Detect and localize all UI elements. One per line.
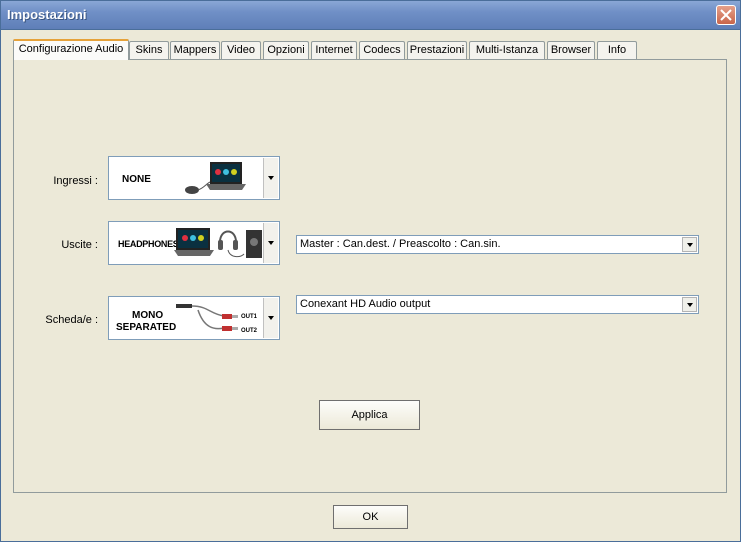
inputs-label: Ingressi : bbox=[53, 175, 98, 187]
tab-opzioni[interactable]: Opzioni bbox=[263, 41, 309, 59]
inputs-image-combo[interactable]: NONE bbox=[108, 156, 280, 200]
card-out2-text: OUT2 bbox=[241, 328, 258, 334]
tab-skins[interactable]: Skins bbox=[129, 41, 169, 59]
card-image: MONO SEPARATED OUT1 OUT2 bbox=[110, 298, 265, 338]
ok-button[interactable]: OK bbox=[333, 505, 408, 529]
tab-browser[interactable]: Browser bbox=[547, 41, 595, 59]
outputs-image: HEADPHONES bbox=[110, 223, 265, 263]
audio-device-select[interactable]: Conexant HD Audio output bbox=[296, 295, 699, 314]
card-label: Scheda/e : bbox=[45, 314, 98, 326]
inputs-dropdown-button[interactable] bbox=[263, 158, 278, 198]
tab-codecs[interactable]: Codecs bbox=[359, 41, 405, 59]
window-title: Impostazioni bbox=[7, 7, 87, 22]
output-routing-dropdown-button[interactable] bbox=[682, 237, 697, 252]
tab-video[interactable]: Video bbox=[221, 41, 261, 59]
tab-configurazione-audio[interactable]: Configurazione Audio bbox=[13, 39, 129, 60]
audio-cable-icon bbox=[176, 304, 238, 331]
outputs-image-combo[interactable]: HEADPHONES bbox=[108, 221, 280, 265]
audio-device-dropdown-button[interactable] bbox=[682, 297, 697, 312]
chevron-down-icon bbox=[268, 316, 274, 320]
apply-button[interactable]: Applica bbox=[319, 400, 420, 430]
headphones-icon bbox=[174, 228, 262, 258]
inputs-image: NONE bbox=[110, 158, 265, 198]
card-image-text-2: SEPARATED bbox=[116, 322, 177, 333]
audio-device-value: Conexant HD Audio output bbox=[300, 298, 431, 310]
card-dropdown-button[interactable] bbox=[263, 298, 278, 338]
chevron-down-icon bbox=[268, 176, 274, 180]
tab-mappers[interactable]: Mappers bbox=[170, 41, 220, 59]
tab-prestazioni[interactable]: Prestazioni bbox=[407, 41, 467, 59]
close-icon bbox=[720, 9, 732, 21]
outputs-dropdown-button[interactable] bbox=[263, 223, 278, 263]
outputs-label: Uscite : bbox=[61, 239, 98, 251]
outputs-image-text: HEADPHONES bbox=[118, 239, 179, 249]
close-button[interactable] bbox=[716, 5, 736, 25]
output-routing-select[interactable]: Master : Can.dest. / Preascolto : Can.si… bbox=[296, 235, 699, 254]
title-bar[interactable]: Impostazioni bbox=[1, 1, 740, 30]
chevron-down-icon bbox=[268, 241, 274, 245]
tab-multi-istanza[interactable]: Multi-Istanza bbox=[469, 41, 545, 59]
tab-info[interactable]: Info bbox=[597, 41, 637, 59]
laptop-icon bbox=[185, 162, 246, 194]
output-routing-value: Master : Can.dest. / Preascolto : Can.si… bbox=[300, 238, 501, 250]
tab-internet[interactable]: Internet bbox=[311, 41, 357, 59]
inputs-image-text: NONE bbox=[122, 174, 151, 185]
card-out1-text: OUT1 bbox=[241, 314, 258, 320]
card-image-text-1: MONO bbox=[132, 310, 164, 321]
settings-window: Impostazioni Configurazione Audio Skins … bbox=[0, 0, 741, 542]
card-image-combo[interactable]: MONO SEPARATED OUT1 OUT2 bbox=[108, 296, 280, 340]
chevron-down-icon bbox=[687, 303, 693, 307]
chevron-down-icon bbox=[687, 243, 693, 247]
